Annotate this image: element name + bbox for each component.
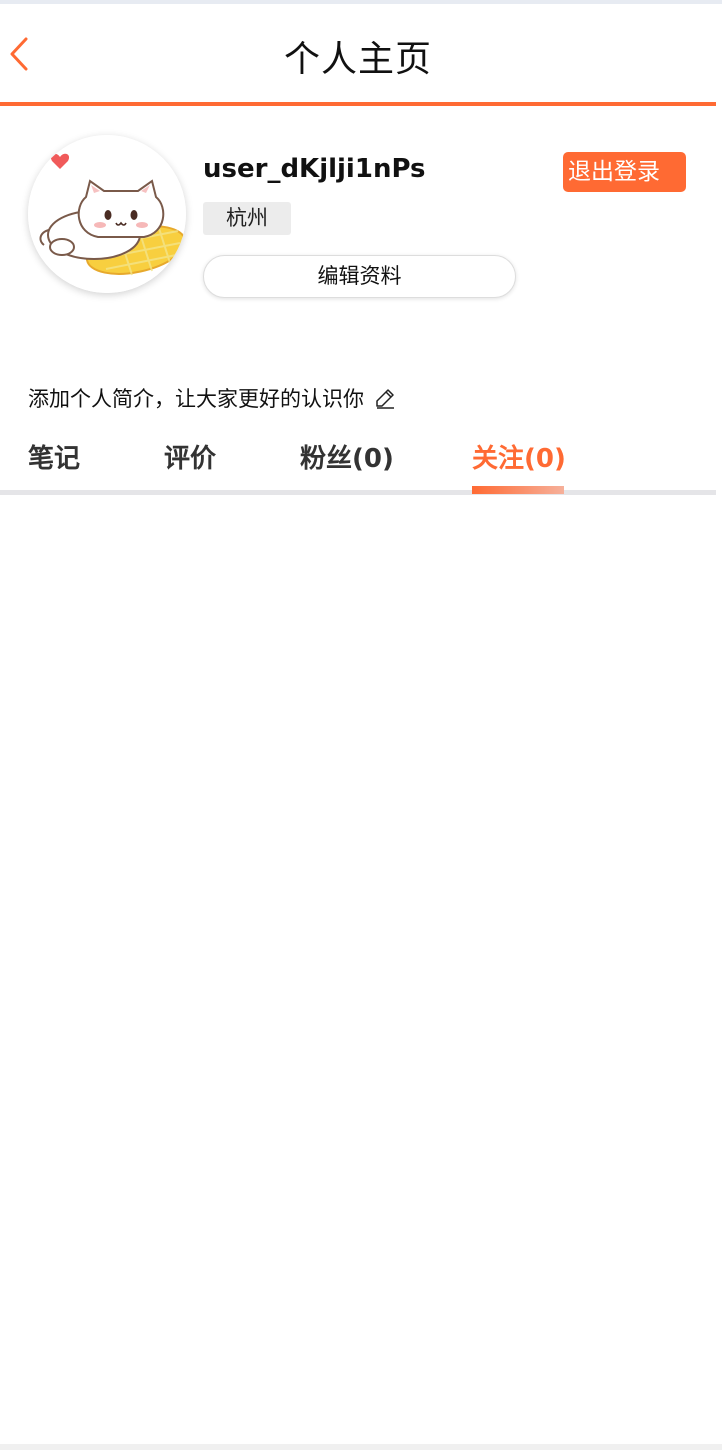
city-tag: 杭州: [203, 202, 291, 235]
tab-followers[interactable]: 粉丝(0): [300, 438, 394, 475]
bio-edit-row[interactable]: 添加个人简介，让大家更好的认识你: [28, 382, 396, 414]
bio-placeholder: 添加个人简介，让大家更好的认识你: [28, 387, 364, 411]
username: user_dKjlji1nPs: [203, 154, 426, 184]
cat-avatar-image: [28, 135, 186, 293]
pencil-icon[interactable]: [374, 387, 396, 409]
avatar[interactable]: [28, 135, 186, 293]
profile-tabs: 笔记 评价 粉丝(0) 关注(0): [0, 434, 716, 495]
tab-reviews[interactable]: 评价: [164, 438, 216, 475]
page-title: 个人主页: [283, 39, 432, 80]
edit-profile-button[interactable]: 编辑资料: [203, 255, 516, 298]
tab-notes[interactable]: 笔记: [28, 438, 80, 475]
logout-button[interactable]: 退出登录: [563, 152, 686, 192]
profile-page: 个人主页 user_dKjlji1nPs 退出登录 杭州 编辑资料 添加个人简介…: [0, 0, 722, 1450]
tab-following[interactable]: 关注(0): [472, 438, 566, 475]
active-tab-indicator: [472, 486, 564, 494]
top-bar: 个人主页: [0, 8, 716, 106]
